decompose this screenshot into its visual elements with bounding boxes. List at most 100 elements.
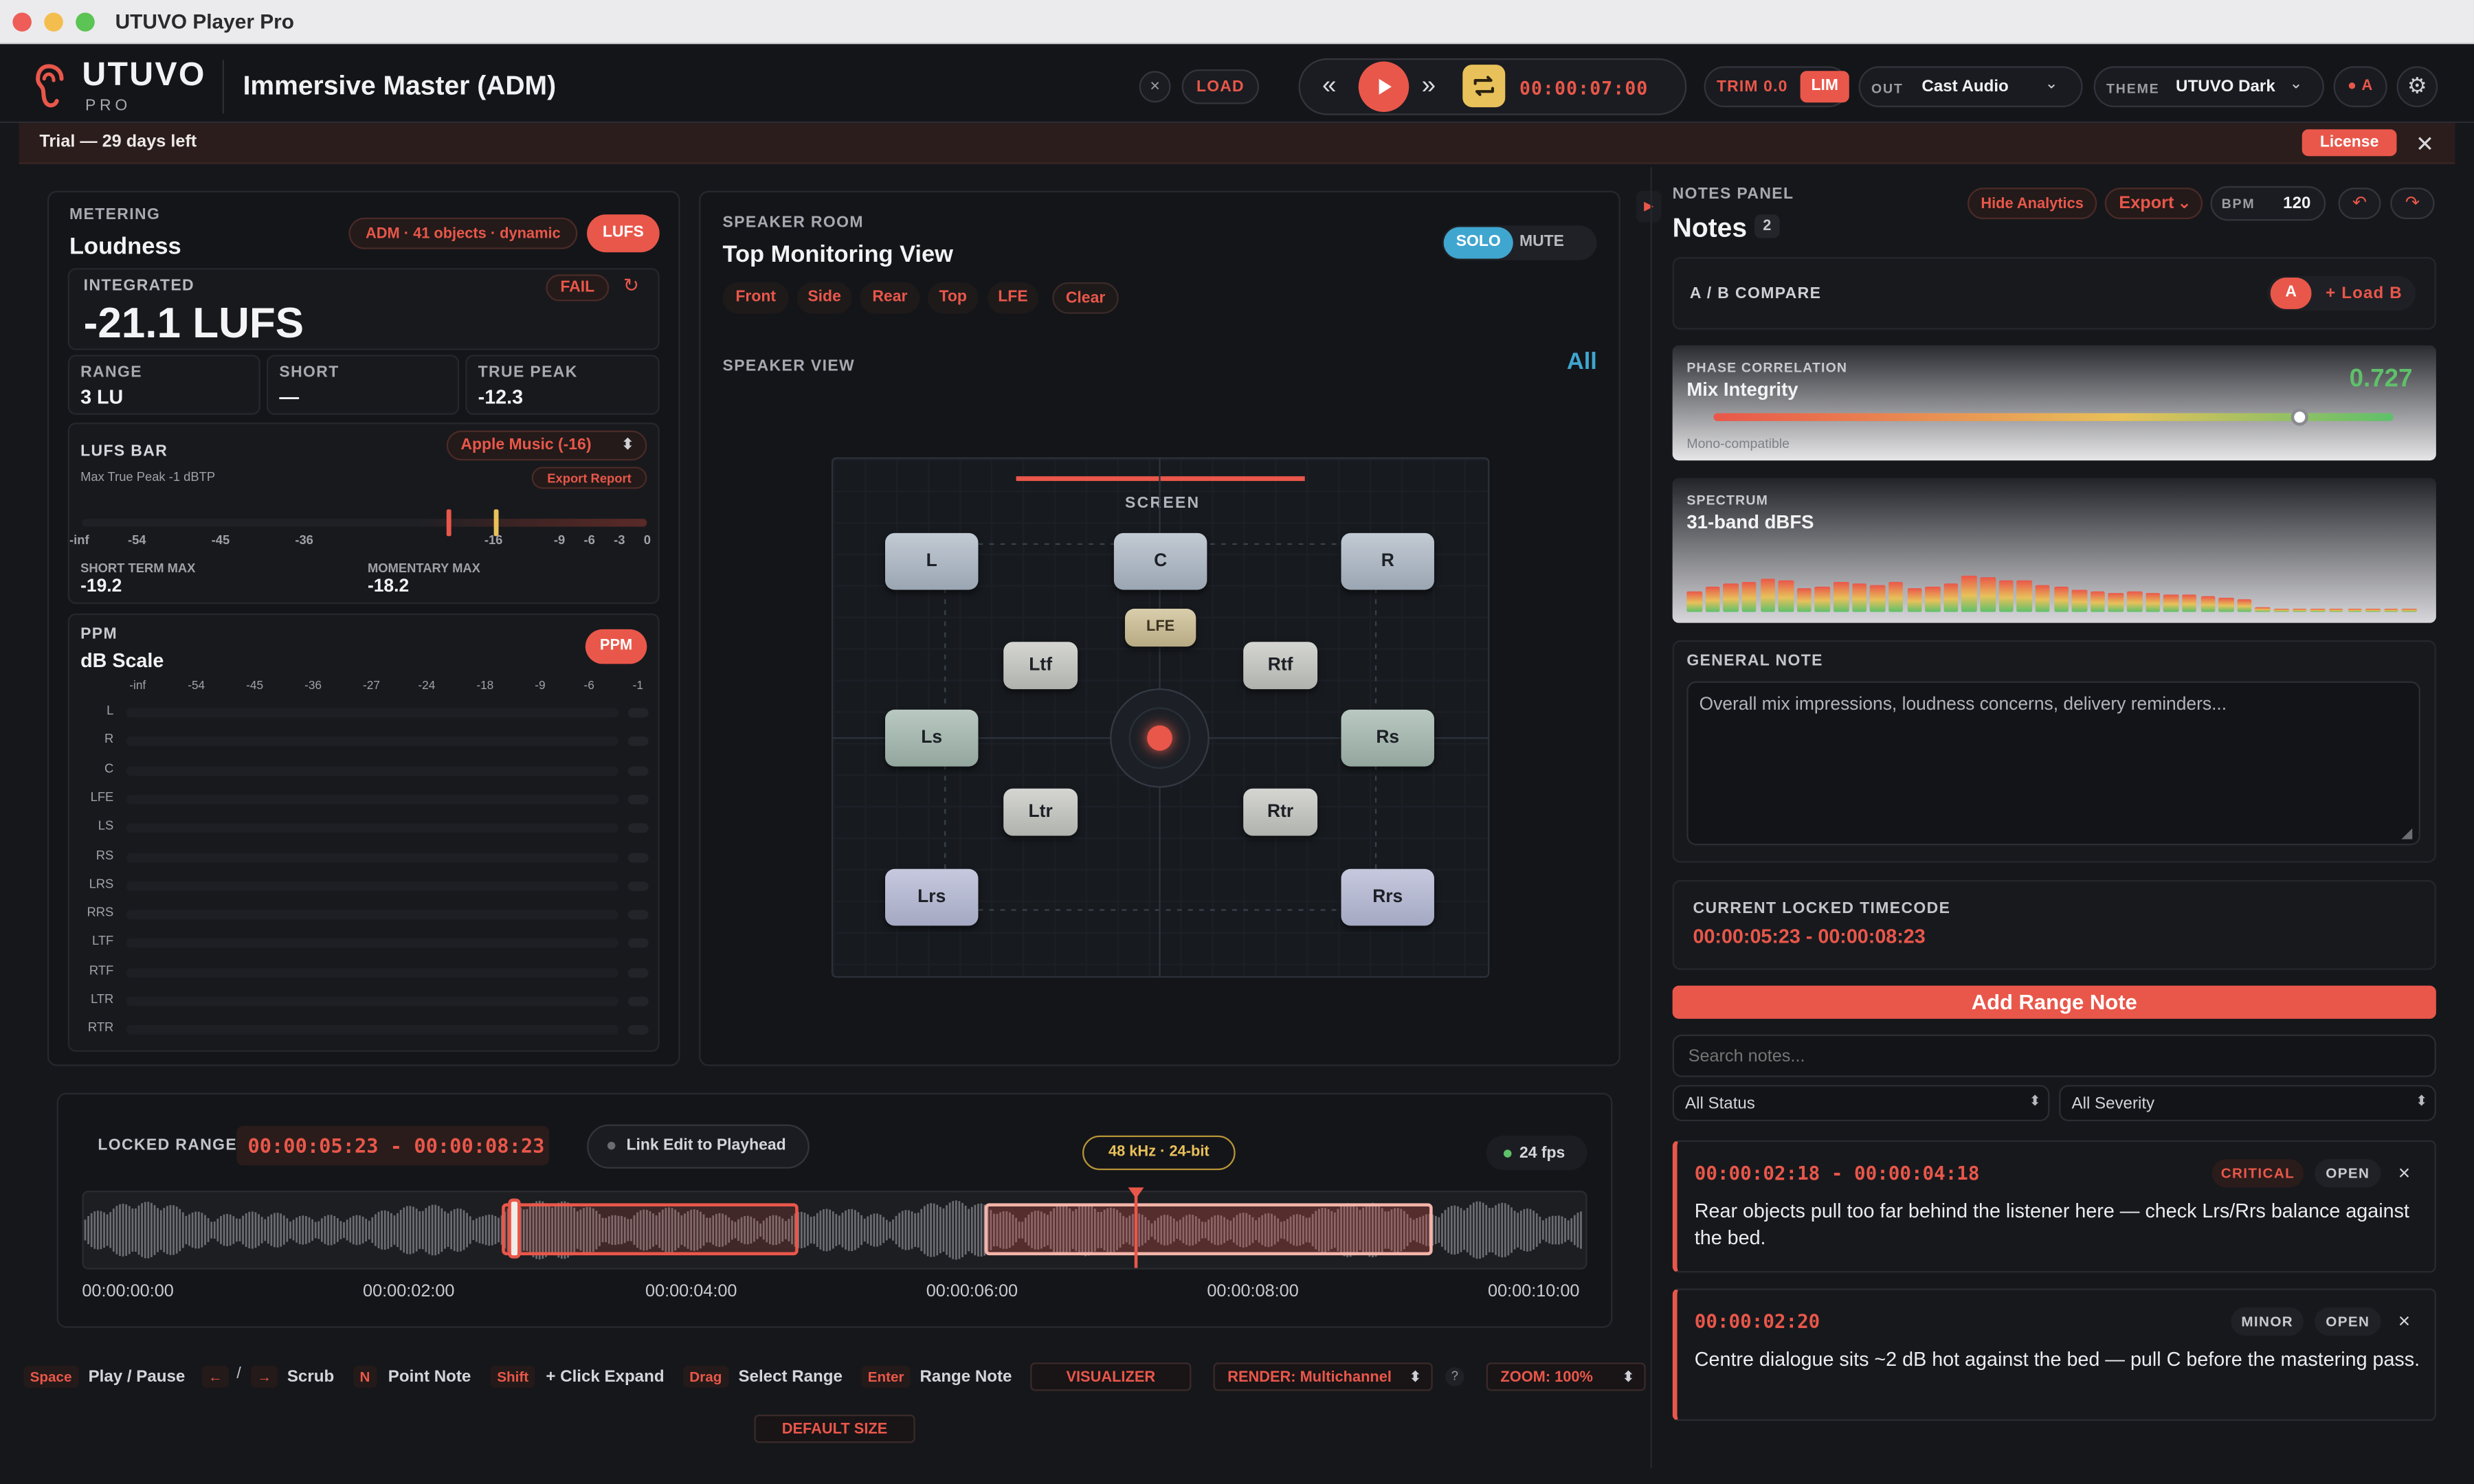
delete-note-icon[interactable]: × — [2398, 1309, 2410, 1332]
loudness-status-badge: FAIL — [546, 274, 610, 302]
render-select[interactable]: RENDER: Multichannel ⬍ — [1213, 1362, 1433, 1391]
speaker-ltr[interactable]: Ltr — [1003, 788, 1078, 836]
fast-forward-icon[interactable]: » — [1422, 73, 1436, 101]
ppm-scale-tick: -36 — [304, 678, 322, 693]
shortcut-key: → — [251, 1365, 278, 1388]
undo-icon[interactable]: ↶ — [2338, 188, 2381, 220]
rewind-icon[interactable]: « — [1322, 73, 1336, 101]
speaker-c[interactable]: C — [1113, 532, 1207, 590]
minimize-window-button[interactable] — [44, 12, 63, 32]
loudness-target-select[interactable]: Apple Music (-16) ⬍ — [446, 430, 647, 461]
shortcut-key: Space — [23, 1365, 78, 1388]
a-button[interactable]: A — [2270, 277, 2312, 309]
trim-value[interactable]: TRIM 0.0 — [1717, 79, 1788, 96]
note-timecode: 00:00:02:20 — [1694, 1310, 1820, 1333]
spectrum-bar — [1888, 582, 1904, 612]
export-button[interactable]: Export ⌄ — [2104, 188, 2203, 220]
speaker-room-caption: SPEAKER ROOM — [722, 214, 864, 232]
help-button[interactable]: ? — [1445, 1367, 1464, 1386]
note-status-badge[interactable]: OPEN — [2315, 1159, 2381, 1188]
format-badge: 48 kHz · 24-bit — [1082, 1135, 1236, 1171]
note-status-badge[interactable]: OPEN — [2315, 1307, 2381, 1336]
license-button[interactable]: License — [2302, 129, 2397, 157]
speaker-filter-side[interactable]: Side — [796, 282, 852, 314]
locked-range-region[interactable] — [984, 1203, 1433, 1256]
add-range-note-button[interactable]: Add Range Note — [1672, 985, 2436, 1019]
ppm-channel-label: RS — [96, 847, 114, 862]
limiter-toggle[interactable]: LIM — [1800, 71, 1849, 103]
spectrum-bar — [2237, 598, 2253, 612]
speaker-rtf[interactable]: Rtf — [1243, 642, 1318, 690]
speaker-filter-lfe[interactable]: LFE — [988, 282, 1038, 314]
search-notes-input[interactable] — [1672, 1034, 2436, 1077]
ppm-channel-row: C — [79, 761, 650, 780]
load-button[interactable]: LOAD — [1181, 69, 1260, 104]
spectrum-bar — [1796, 588, 1812, 612]
ppm-scale-tick: -inf — [129, 678, 146, 693]
mute-button[interactable]: MUTE — [1519, 234, 1564, 251]
default-size-button[interactable]: DEFAULT SIZE — [754, 1414, 915, 1443]
range-handle[interactable] — [508, 1198, 521, 1259]
ppm-button[interactable]: PPM — [585, 629, 647, 664]
collapse-notes-icon[interactable]: ▶ — [1636, 190, 1662, 223]
visualizer-button[interactable]: VISUALIZER — [1030, 1362, 1192, 1391]
zoom-select[interactable]: ZOOM: 100% ⬍ — [1486, 1362, 1646, 1391]
reset-icon[interactable]: ↻ — [623, 274, 639, 296]
speaker-filter-front[interactable]: Front — [722, 282, 789, 314]
spectrum-bar — [2016, 581, 2032, 612]
timeline-tick: 00:00:02:00 — [363, 1282, 455, 1301]
speaker-filter-clear[interactable]: Clear — [1052, 282, 1119, 314]
ppm-scale-tick: -24 — [418, 678, 436, 693]
redo-icon[interactable]: ↷ — [2390, 188, 2435, 220]
speaker-rtr[interactable]: Rtr — [1243, 788, 1318, 836]
delete-note-icon[interactable]: × — [2398, 1160, 2410, 1184]
severity-filter-value: All Severity — [2071, 1094, 2155, 1114]
ppm-title: dB Scale — [80, 649, 164, 672]
ppm-channel-row: RRS — [79, 906, 650, 925]
ppm-scale-tick: -1 — [632, 678, 643, 693]
lufs-button[interactable]: LUFS — [587, 214, 660, 253]
speaker-rs[interactable]: Rs — [1341, 709, 1434, 767]
playhead[interactable] — [1134, 1193, 1138, 1268]
speaker-ls[interactable]: Ls — [885, 709, 979, 767]
ppm-channel-label: LRS — [89, 876, 114, 891]
speaker-lrs[interactable]: Lrs — [885, 868, 979, 926]
speaker-rrs[interactable]: Rrs — [1341, 868, 1434, 926]
speaker-r[interactable]: R — [1341, 532, 1434, 590]
lufs-scale-tick: -9 — [553, 532, 566, 548]
speaker-view-all-link[interactable]: All — [1567, 348, 1597, 375]
export-report-button[interactable]: Export Report — [531, 466, 647, 489]
current-timecode-card — [1672, 879, 2436, 970]
unload-button[interactable]: × — [1139, 71, 1171, 103]
speaker-l[interactable]: L — [885, 532, 979, 590]
speaker-filter-top[interactable]: Top — [927, 282, 979, 314]
updown-icon: ⬍ — [621, 436, 634, 455]
zoom-window-button[interactable] — [76, 12, 95, 32]
record-badge[interactable]: ● A — [2333, 66, 2387, 108]
load-b-button[interactable]: + Load B — [2326, 284, 2403, 303]
playhead-marker-icon[interactable] — [1128, 1187, 1144, 1199]
play-button[interactable] — [1358, 61, 1409, 112]
hide-analytics-button[interactable]: Hide Analytics — [1967, 188, 2097, 220]
momentary-max-value: -18.2 — [367, 577, 410, 596]
speaker-filter-rear[interactable]: Rear — [860, 282, 920, 314]
speaker-lfe[interactable]: LFE — [1124, 609, 1196, 647]
loop-button[interactable] — [1462, 65, 1506, 108]
listener-position-dot[interactable] — [1147, 725, 1172, 751]
settings-gear-icon[interactable]: ⚙ — [2396, 66, 2438, 108]
speaker-ltf[interactable]: Ltf — [1003, 642, 1078, 690]
resize-handle-icon[interactable]: ◢ — [2401, 824, 2412, 842]
solo-button[interactable]: SOLO — [1443, 227, 1513, 259]
ppm-channel-row: LRS — [79, 877, 650, 896]
close-trial-icon[interactable]: ✕ — [2416, 131, 2434, 158]
project-title: Immersive Master (ADM) — [243, 71, 557, 101]
close-window-button[interactable] — [12, 12, 32, 32]
shortcut-label: Range Note — [920, 1367, 1012, 1386]
note-range-region[interactable] — [502, 1203, 799, 1256]
ppm-peak-indicator — [627, 938, 649, 949]
spectrum-bar — [1741, 582, 1757, 612]
ppm-channel-label: RTF — [89, 963, 114, 978]
ppm-channel-row: L — [79, 704, 650, 723]
ppm-peak-indicator — [627, 996, 649, 1007]
status-filter-value: All Status — [1685, 1094, 1755, 1114]
